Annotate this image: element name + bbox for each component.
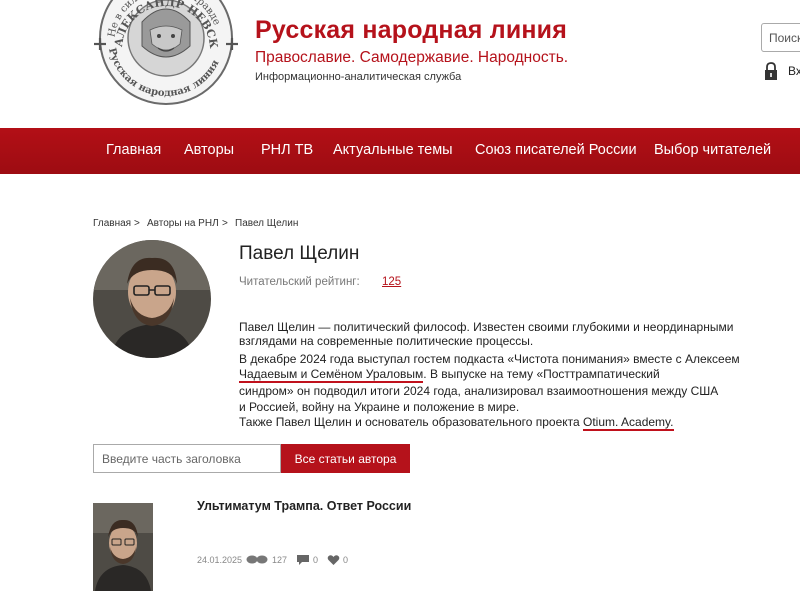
article-likes: 0 (343, 555, 349, 565)
site-logo[interactable]: Не в силе правде АЛЕКСАНДР НЕВСКИЙ Русск… (92, 0, 240, 124)
bio-text: . В выпуске на тему «Посттрампатический (423, 367, 660, 381)
login-link[interactable]: Вход (788, 64, 800, 78)
bio-line: Чадаевым и Семёном Ураловым. В выпуске н… (239, 367, 660, 383)
bio-line: синдром» он подводил итоги 2024 года, ан… (239, 384, 719, 398)
bio-line: взглядами на современные политические пр… (239, 334, 534, 348)
breadcrumb-authors[interactable]: Авторы на РНЛ (147, 218, 219, 229)
article-thumbnail[interactable] (93, 503, 153, 591)
breadcrumb-current: Павел Щелин (235, 218, 299, 229)
article-date: 24.01.2025 (197, 555, 243, 565)
nav-item-readers-choice[interactable]: Выбор читателей (654, 142, 771, 158)
main-nav: Главная Авторы РНЛ ТВ Актуальные темы Со… (0, 128, 800, 174)
nav-item-topics[interactable]: Актуальные темы (333, 142, 453, 158)
article-title[interactable]: Ультиматум Трампа. Ответ России (197, 499, 411, 513)
nav-item-authors[interactable]: Авторы (184, 142, 234, 158)
bio-line: В декабре 2024 года выступал гостем подк… (239, 352, 740, 366)
article-search-input[interactable] (93, 444, 281, 473)
breadcrumb-separator: > (134, 218, 140, 229)
bio-line: Павел Щелин — политический философ. Изве… (239, 320, 734, 334)
rating-label: Читательский рейтинг: (239, 276, 360, 288)
header-search-input[interactable]: Поиск (761, 23, 800, 52)
breadcrumb-home[interactable]: Главная (93, 218, 131, 229)
nav-item-home[interactable]: Главная (106, 142, 161, 158)
article-comments: 0 (313, 555, 319, 565)
nav-item-rnl-tv[interactable]: РНЛ ТВ (261, 142, 313, 158)
nav-item-writers-union[interactable]: Союз писателей России (475, 142, 637, 158)
heart-icon[interactable] (327, 554, 340, 566)
breadcrumb-separator: > (222, 218, 228, 229)
bio-line: Также Павел Щелин и основатель образоват… (239, 415, 674, 431)
bio-link-otium[interactable]: Otium. Academy. (583, 415, 674, 431)
lock-icon[interactable] (763, 61, 779, 81)
site-slogan: Православие. Самодержавие. Народность. (255, 49, 569, 66)
bio-text: Также Павел Щелин и основатель образоват… (239, 415, 584, 429)
all-articles-button[interactable]: Все статьи автора (281, 444, 410, 473)
article-views: 127 (272, 555, 288, 565)
rating-value[interactable]: 125 (382, 276, 401, 288)
comment-icon (297, 555, 309, 565)
eye-icon (246, 555, 268, 564)
site-title[interactable]: Русская народная линия (255, 16, 567, 45)
bio-line: и Россией, войну на Украине и положение … (239, 400, 520, 414)
author-avatar (93, 240, 211, 358)
author-name: Павел Щелин (239, 243, 360, 264)
site-subtitle: Информационно-аналитическая служба (255, 71, 462, 83)
bio-link-guests[interactable]: Чадаевым и Семёном Ураловым (239, 367, 424, 383)
